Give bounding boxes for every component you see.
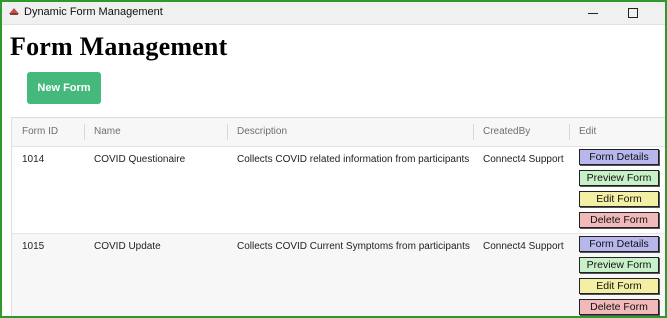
column-divider[interactable] xyxy=(227,124,228,140)
cell-form-id: 1014 xyxy=(22,154,45,165)
cell-name: COVID Questionaire xyxy=(94,154,186,165)
app-window: Dynamic Form Management Form Management … xyxy=(0,0,667,318)
forms-table: Form ID Name Description CreatedBy Edit … xyxy=(11,117,665,316)
header-description[interactable]: Description xyxy=(237,126,287,137)
app-icon xyxy=(9,8,19,15)
minimize-button[interactable] xyxy=(575,2,611,24)
delete-form-button[interactable]: Delete Form xyxy=(579,299,659,315)
form-details-button[interactable]: Form Details xyxy=(579,236,659,252)
title-bar[interactable]: Dynamic Form Management xyxy=(2,2,665,25)
new-form-button[interactable]: New Form xyxy=(27,72,101,104)
maximize-button[interactable] xyxy=(615,2,651,24)
maximize-icon xyxy=(628,8,638,18)
cell-description: Collects COVID related information from … xyxy=(237,154,470,165)
table-header: Form ID Name Description CreatedBy Edit xyxy=(12,117,665,148)
preview-form-button[interactable]: Preview Form xyxy=(579,170,659,186)
page-title: Form Management xyxy=(10,32,228,61)
cell-created-by: Connect4 Support xyxy=(483,154,564,165)
column-divider[interactable] xyxy=(473,124,474,140)
header-edit[interactable]: Edit xyxy=(579,126,596,137)
header-name[interactable]: Name xyxy=(94,126,121,137)
cell-description: Collects COVID Current Symptoms from par… xyxy=(237,241,470,252)
preview-form-button[interactable]: Preview Form xyxy=(579,257,659,273)
minimize-icon xyxy=(588,12,598,14)
form-details-button[interactable]: Form Details xyxy=(579,149,659,165)
header-created-by[interactable]: CreatedBy xyxy=(483,126,530,137)
delete-form-button[interactable]: Delete Form xyxy=(579,212,659,228)
cell-created-by: Connect4 Support xyxy=(483,241,564,252)
table-row[interactable]: 1014 COVID Questionaire Collects COVID r… xyxy=(12,147,665,234)
cell-form-id: 1015 xyxy=(22,241,45,252)
edit-form-button[interactable]: Edit Form xyxy=(579,278,659,294)
column-divider[interactable] xyxy=(84,124,85,140)
column-divider[interactable] xyxy=(569,124,570,140)
edit-form-button[interactable]: Edit Form xyxy=(579,191,659,207)
cell-name: COVID Update xyxy=(94,241,161,252)
header-form-id[interactable]: Form ID xyxy=(22,126,58,137)
window-title: Dynamic Form Management xyxy=(24,6,163,18)
table-row[interactable]: 1015 COVID Update Collects COVID Current… xyxy=(12,234,665,316)
